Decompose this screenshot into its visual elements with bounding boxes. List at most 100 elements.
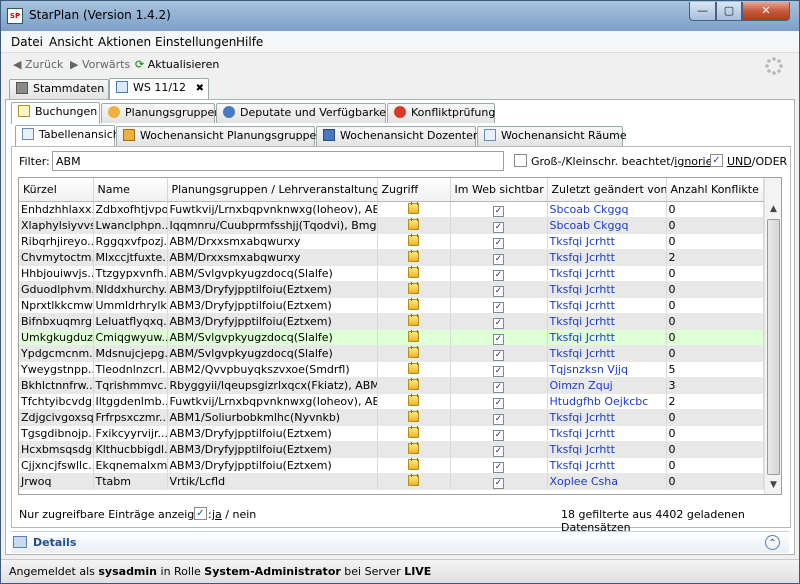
table-row[interactable]: Gduodlphvm...Nlddxhurchy...ABM3/Dryfyjpp… xyxy=(19,281,764,298)
column-header-konflikte[interactable]: Anzahl Konflikte xyxy=(666,178,764,202)
web-visible-checkbox[interactable]: ✓ xyxy=(493,317,504,328)
web-visible-checkbox[interactable]: ✓ xyxy=(493,397,504,408)
tab-konfliktpruefung[interactable]: Konfliktprüfung xyxy=(387,103,495,123)
tab-deputate[interactable]: Deputate und Verfügbarkeit xyxy=(216,103,393,123)
filter-input[interactable] xyxy=(52,151,504,171)
table-row[interactable]: Hcxbmsqsdg...Klthucbbigdl...ABM3/Dryfyjp… xyxy=(19,441,764,458)
lock-icon xyxy=(408,345,419,358)
scroll-up-icon[interactable]: ▲ xyxy=(765,201,781,218)
table-row[interactable]: Nprxtlkkcmw...Ummldrhrylk...ABM3/Dryfyjp… xyxy=(19,297,764,314)
web-visible-checkbox[interactable]: ✓ xyxy=(493,381,504,392)
cell-web-sichtbar: ✓ xyxy=(450,201,548,218)
cell-zugriff xyxy=(377,441,451,458)
menu-ansicht[interactable]: Ansicht xyxy=(49,35,93,49)
web-visible-checkbox[interactable]: ✓ xyxy=(493,413,504,424)
web-visible-checkbox[interactable]: ✓ xyxy=(493,205,504,216)
tab-wochenansicht-dozenten[interactable]: Wochenansicht Dozenten xyxy=(316,126,480,146)
cell-web-sichtbar: ✓ xyxy=(450,377,548,394)
cell-planungsgruppen: ABM/Svlgvpkyugzdocq(Slalfe) xyxy=(167,329,378,346)
table-row[interactable]: Tfchtyibcvdg...Iltggdenlmb...Fuwtkvij/Lr… xyxy=(19,393,764,410)
web-visible-checkbox[interactable]: ✓ xyxy=(493,333,504,344)
menu-einstellungen[interactable]: Einstellungen xyxy=(155,35,236,49)
table-row[interactable]: ZdjgcivgoxsqleFrfrpsxczmr...ABM1/Soliurb… xyxy=(19,409,764,426)
title-bar[interactable]: SP StarPlan (Version 1.4.2) — ▢ ✕ xyxy=(1,1,799,31)
column-header-zugriff[interactable]: Zugriff xyxy=(377,178,451,202)
web-visible-checkbox[interactable]: ✓ xyxy=(493,349,504,360)
details-panel-header[interactable]: Details ⌃ xyxy=(11,531,789,553)
cell-kuerzel: Jrwoq xyxy=(19,473,94,490)
table-row[interactable]: Chvmytoctm...Mlxccjtfuxte...ABM/Drxxsmxa… xyxy=(19,249,764,266)
column-header-zuletzt-geaendert[interactable]: Zuletzt geändert von xyxy=(547,178,667,202)
tab-label: Konfliktprüfung xyxy=(411,106,496,119)
vertical-scrollbar[interactable]: ▲ ▼ xyxy=(764,178,781,494)
cell-konflikte: 0 xyxy=(666,425,764,442)
und-oder-checkbox[interactable]: ✓ xyxy=(710,154,723,167)
web-visible-checkbox[interactable]: ✓ xyxy=(493,477,504,488)
menu-datei[interactable]: Datei xyxy=(11,35,43,49)
web-visible-checkbox[interactable]: ✓ xyxy=(493,429,504,440)
tab-wochenansicht-planungsgruppen[interactable]: Wochenansicht Planungsgruppen xyxy=(116,126,323,146)
close-window-button[interactable]: ✕ xyxy=(742,2,790,21)
tab-stammdaten[interactable]: Stammdaten xyxy=(9,79,109,99)
accessible-ja-link[interactable]: ja xyxy=(212,508,222,521)
table-row[interactable]: Ypdgcmcnm...Mdsnujcjepg...ABM/Svlgvpkyug… xyxy=(19,345,764,362)
status-bar: Angemeldet als sysadmin in Rolle System-… xyxy=(1,559,799,583)
tab-label: Wochenansicht Dozenten xyxy=(340,129,480,142)
back-button[interactable]: ◀ Zurück xyxy=(13,58,63,71)
table-row[interactable]: Xlaphylsiyvvs Lwanclphpn... Iqqmnru/Cuubpr… xyxy=(19,217,764,234)
menu-aktionen[interactable]: Aktionen xyxy=(98,35,151,49)
database-icon xyxy=(16,82,28,94)
table-row[interactable]: Ribqrhjireyo... Rggqxvfpozj... ABM/Drxxsmx… xyxy=(19,233,764,250)
case-sensitive-checkbox[interactable] xyxy=(514,154,527,167)
scroll-down-icon[interactable]: ▼ xyxy=(765,477,781,494)
maximize-button[interactable]: ▢ xyxy=(716,2,742,21)
table-row[interactable]: Bkhlctnnfrw... Tqrishmmvc... Rbyggyii/Iqeu… xyxy=(19,377,764,394)
status-text: bei Server xyxy=(340,565,405,578)
tab-tabellenansicht[interactable]: Tabellenansicht xyxy=(15,125,124,147)
cell-web-sichtbar: ✓ xyxy=(450,345,548,362)
cell-web-sichtbar: ✓ xyxy=(450,425,548,442)
table-row[interactable]: Cjjxncjfswllc...Ekqnemalxm...ABM3/Dryfyj… xyxy=(19,457,764,474)
scrollbar-thumb[interactable] xyxy=(767,219,780,475)
web-visible-checkbox[interactable]: ✓ xyxy=(493,269,504,280)
cell-zuletzt-geaendert: Tqjsnzksn Vjjq xyxy=(547,361,667,378)
column-header-web-sichtbar[interactable]: Im Web sichtbar xyxy=(450,178,548,202)
cell-kuerzel: Bkhlctnnfrw... xyxy=(19,377,94,394)
tab-planungsgruppen[interactable]: Planungsgruppen xyxy=(101,103,221,123)
accessible-only-checkbox[interactable]: ✓ xyxy=(194,507,207,520)
web-visible-checkbox[interactable]: ✓ xyxy=(493,237,504,248)
web-visible-checkbox[interactable]: ✓ xyxy=(493,461,504,472)
expand-details-icon[interactable]: ⌃ xyxy=(765,535,780,550)
close-tab-icon[interactable]: ✖ xyxy=(196,83,204,94)
column-header-kuerzel[interactable]: Kürzel xyxy=(19,178,94,202)
tab-buchungen[interactable]: Buchungen xyxy=(11,102,100,124)
menu-hilfe[interactable]: Hilfe xyxy=(236,35,263,49)
forward-button[interactable]: ▶ Vorwärts xyxy=(70,58,130,71)
lock-icon xyxy=(408,409,419,422)
column-header-name[interactable]: Name xyxy=(93,178,168,202)
web-visible-checkbox[interactable]: ✓ xyxy=(493,285,504,296)
tab-wochenansicht-raeume[interactable]: Wochenansicht Räume xyxy=(477,126,627,146)
table-row[interactable]: Yweygstnpp... Tleodnlnzcrl... ABM2/Qvvpbuy… xyxy=(19,361,764,378)
table-row[interactable]: Umkgkugduz...Cmiqgwyuw...ABM/Svlgvpkyugz… xyxy=(19,329,764,346)
cell-name: Tqrishmmvc... xyxy=(93,377,168,394)
table-row[interactable]: Tgsgdibnojp... Fxikcyyrvijr... ABM3/Dryfyj… xyxy=(19,425,764,442)
web-visible-checkbox[interactable]: ✓ xyxy=(493,445,504,456)
web-visible-checkbox[interactable]: ✓ xyxy=(493,221,504,232)
web-visible-checkbox[interactable]: ✓ xyxy=(493,253,504,264)
table-row[interactable]: Hhbjouiwvjs... Ttzgypxvnfh... ABM/Svlgvpky… xyxy=(19,265,764,282)
cell-kuerzel: Gduodlphvm... xyxy=(19,281,94,298)
web-visible-checkbox[interactable]: ✓ xyxy=(493,301,504,312)
table-row[interactable]: Enhdzhhlaxx...Zdbxofhtjvpo...Fuwtkvij/Lr… xyxy=(19,201,764,218)
status-user: sysadmin xyxy=(98,565,158,578)
refresh-button[interactable]: ⟳ Aktualisieren xyxy=(135,58,219,71)
table-row[interactable]: Bifnbxuqmrg...Leluatflyqxq...ABM3/Dryfyj… xyxy=(19,313,764,330)
table-row[interactable]: Jrwoq Ttabm Vrtik/Lcfld ✓ Xoplee Csha 0 xyxy=(19,473,764,490)
cell-zuletzt-geaendert: Tksfqi Jcrhtt xyxy=(547,409,667,426)
cell-planungsgruppen: ABM3/Dryfyjpptilfoiu(Eztxem) xyxy=(167,297,378,314)
web-visible-checkbox[interactable]: ✓ xyxy=(493,365,504,376)
cell-planungsgruppen: ABM2/Qvvpbuyqkszvxoe(Smdrfl) xyxy=(167,361,378,378)
minimize-button[interactable]: — xyxy=(689,2,716,21)
tab-ws-11-12[interactable]: WS 11/12 ✖ xyxy=(109,78,209,100)
column-header-planungsgruppen[interactable]: Planungsgruppen / Lehrveranstaltungen xyxy=(167,178,378,202)
